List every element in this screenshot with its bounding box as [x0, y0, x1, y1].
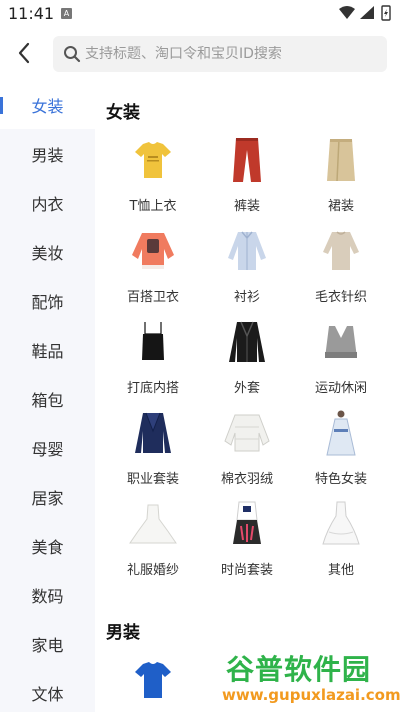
beige-sweater-icon [316, 226, 366, 276]
white-down-jacket-icon [222, 408, 272, 458]
subcategory-label: 衬衫 [233, 290, 260, 305]
subcategory-item[interactable]: 衬衫 [197, 223, 297, 313]
chevron-left-icon [18, 42, 30, 64]
watermark-line2: www.gupuxlazai.com [222, 686, 400, 704]
subcategory-item[interactable]: 特色女装 [291, 405, 391, 495]
sidebar-item-label: 居家 [31, 488, 64, 508]
sidebar-item-mens[interactable]: 男装 [0, 129, 95, 178]
subcategory-item[interactable]: 毛衣针织 [291, 223, 391, 313]
subcategory-label: 裤装 [233, 199, 260, 214]
striped-shirt-icon [222, 226, 272, 276]
section-title: 女装 [106, 103, 140, 123]
leather-jacket-icon [222, 317, 272, 367]
sidebar-item-baby[interactable]: 母婴 [0, 423, 95, 472]
sidebar-item-label: 女装 [31, 96, 64, 116]
subcategory-label: T恤上衣 [129, 199, 177, 214]
sidebar-item-label: 文体 [31, 684, 64, 704]
subcategory-item[interactable]: 百搭卫衣 [103, 223, 203, 313]
search-icon [64, 46, 81, 63]
subcategory-item[interactable]: T恤上衣 [103, 132, 203, 222]
sidebar-item-label: 内衣 [31, 194, 64, 214]
subcategory-item[interactable]: 运动休闲 [291, 314, 391, 404]
section-title: 男装 [106, 623, 140, 643]
subcategory-item[interactable]: 职业套装 [103, 405, 203, 495]
subcategory-label: 特色女装 [314, 472, 367, 487]
wedding-dress-icon [128, 499, 178, 549]
sidebar-item-beauty[interactable]: 美妆 [0, 227, 95, 276]
header [0, 28, 400, 80]
sidebar-item-label: 母婴 [31, 439, 64, 459]
subcategory-label: 毛衣针织 [314, 290, 367, 305]
sidebar-item-home[interactable]: 居家 [0, 472, 95, 521]
site-watermark: 谷普软件园 www.gupuxlazai.com [222, 648, 400, 710]
subcategory-item[interactable]: 其他 [291, 496, 391, 586]
pink-sweatshirt-icon [128, 226, 178, 276]
sports-bra-icon [316, 317, 366, 367]
hanfu-dress-icon [316, 408, 366, 458]
sidebar-item-digital[interactable]: 数码 [0, 570, 95, 619]
subcategory-label: 棉衣羽绒 [220, 472, 273, 487]
sidebar-item-label: 数码 [31, 586, 64, 606]
battery-icon [381, 5, 391, 21]
subcategory-label: 外套 [233, 381, 260, 396]
subcategory-item[interactable]: 礼服婚纱 [103, 496, 203, 586]
subcategory-label: 裙装 [327, 199, 354, 214]
fashion-outfit-icon [222, 499, 272, 549]
black-camisole-icon [128, 317, 178, 367]
sidebar-item-womens[interactable]: 女装 [0, 80, 95, 129]
subcategory-label: 其他 [327, 563, 354, 578]
subcategory-item[interactable] [103, 652, 203, 712]
subcategory-item[interactable]: 打底内搭 [103, 314, 203, 404]
beige-skirt-icon [316, 135, 366, 185]
red-trousers-icon [222, 135, 272, 185]
navy-blazer-icon [128, 408, 178, 458]
subcategory-item[interactable]: 外套 [197, 314, 297, 404]
subcategory-item[interactable]: 棉衣羽绒 [197, 405, 297, 495]
back-button[interactable] [12, 38, 36, 68]
subcategory-label: 职业套装 [126, 472, 179, 487]
sidebar-item-bags[interactable]: 箱包 [0, 374, 95, 423]
signal-icon [360, 6, 374, 19]
sidebar-item-label: 鞋品 [31, 341, 64, 361]
sidebar-item-appliances[interactable]: 家电 [0, 619, 95, 668]
yellow-tshirt-icon [128, 135, 178, 185]
subcategory-label: 打底内搭 [126, 381, 179, 396]
sidebar-item-label: 男装 [31, 145, 64, 165]
sidebar-item-food[interactable]: 美食 [0, 521, 95, 570]
sidebar-item-underwear[interactable]: 内衣 [0, 178, 95, 227]
subcategory-item[interactable]: 裙装 [291, 132, 391, 222]
white-gown-icon [316, 499, 366, 549]
subcategory-label: 礼服婚纱 [126, 563, 179, 578]
status-icons [339, 5, 391, 21]
sidebar-item-accessories[interactable]: 配饰 [0, 276, 95, 325]
status-bar: 11:41 A [0, 0, 400, 28]
sidebar-item-label: 箱包 [31, 390, 64, 410]
category-sidebar: 女装 男装 内衣 美妆 配饰 鞋品 箱包 母婴 居家 美食 数码 家电 文体 [0, 80, 95, 712]
category-content: 女装 T恤上衣 裤装 裙装 百搭卫衣 衬衫 毛衣针织 打底内搭 外套 运动休闲 … [95, 80, 400, 712]
notification-a-icon: A [61, 8, 72, 19]
subcategory-label: 百搭卫衣 [126, 290, 179, 305]
sidebar-item-stationery[interactable]: 文体 [0, 668, 95, 712]
status-time: 11:41 [8, 4, 55, 23]
sidebar-item-label: 家电 [31, 635, 64, 655]
app-root: 11:41 A 支持标题、淘口令和宝贝ID搜索 女装 男装 内衣 美妆 配饰 鞋… [0, 0, 400, 712]
subcategory-label: 时尚套装 [220, 563, 273, 578]
sidebar-item-label: 配饰 [31, 292, 64, 312]
search-input[interactable] [85, 46, 375, 62]
blue-tshirt-icon [128, 655, 178, 705]
wifi-icon [339, 6, 355, 19]
subcategory-item[interactable]: 时尚套装 [197, 496, 297, 586]
sidebar-item-shoes[interactable]: 鞋品 [0, 325, 95, 374]
search-bar[interactable] [53, 36, 387, 72]
subcategory-label: 运动休闲 [314, 381, 367, 396]
subcategory-item[interactable]: 裤装 [197, 132, 297, 222]
sidebar-item-label: 美妆 [31, 243, 64, 263]
sidebar-item-label: 美食 [31, 537, 64, 557]
watermark-line1: 谷普软件园 [226, 653, 372, 686]
